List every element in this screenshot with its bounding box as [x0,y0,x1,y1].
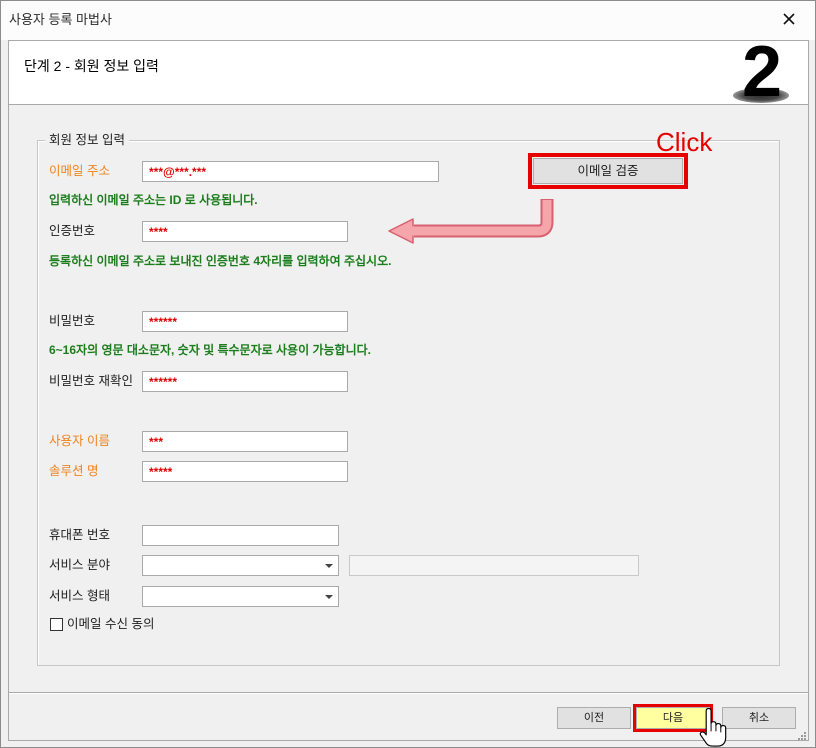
user-name-label: 사용자 이름 [49,434,110,448]
group-title: 회원 정보 입력 [45,132,129,149]
email-consent-checkbox[interactable]: 이메일 수신 동의 [49,615,164,633]
window-title: 사용자 등록 마법사 [9,12,112,27]
curved-arrow-icon [388,199,554,244]
service-type-dropdown[interactable] [142,586,339,607]
password-label: 비밀번호 [49,314,96,328]
prev-button[interactable]: 이전 [557,707,631,729]
checkbox-box[interactable] [50,618,63,631]
service-field-detail-input[interactable] [349,555,639,576]
password-confirm-input[interactable] [142,371,348,392]
chevron-down-icon [325,564,333,568]
step-title: 단계 2 - 회원 정보 입력 [24,58,159,74]
footer-divider [9,692,808,694]
chevron-down-icon [325,595,333,599]
phone-input[interactable] [142,525,339,546]
verify-email-button[interactable]: 이메일 검증 [533,158,683,184]
email-label: 이메일 주소 [49,164,110,178]
auth-code-input[interactable] [142,221,348,242]
close-button[interactable] [780,10,798,28]
auth-code-hint: 등록하신 이메일 주소로 보내진 인증번호 4자리를 입력하여 주십시오. [49,254,392,268]
password-hint: 6~16자의 영문 대소문자, 숫자 및 특수문자로 사용이 가능합니다. [49,343,371,357]
service-field-label: 서비스 분야 [49,558,110,572]
click-annotation: Click [656,127,713,157]
user-name-input[interactable] [142,431,348,452]
step-number-badge: 2 [742,32,783,112]
title-bar [0,0,816,40]
solution-name-label: 솔루션 명 [49,464,99,478]
password-input[interactable] [142,311,348,332]
email-input[interactable] [142,161,439,182]
email-hint: 입력하신 이메일 주소는 ID 로 사용됩니다. [49,193,258,207]
close-icon [783,13,795,25]
password-confirm-label: 비밀번호 재확인 [49,374,133,388]
hand-cursor-icon [699,708,727,747]
service-field-dropdown[interactable] [142,555,339,576]
solution-name-input[interactable] [142,461,348,482]
phone-label: 휴대폰 번호 [49,528,110,542]
email-consent-label: 이메일 수신 동의 [67,617,155,631]
service-type-label: 서비스 형태 [49,589,110,603]
auth-code-label: 인증번호 [49,224,96,238]
resize-grip-icon[interactable] [796,730,806,740]
cancel-button[interactable]: 취소 [722,707,796,729]
